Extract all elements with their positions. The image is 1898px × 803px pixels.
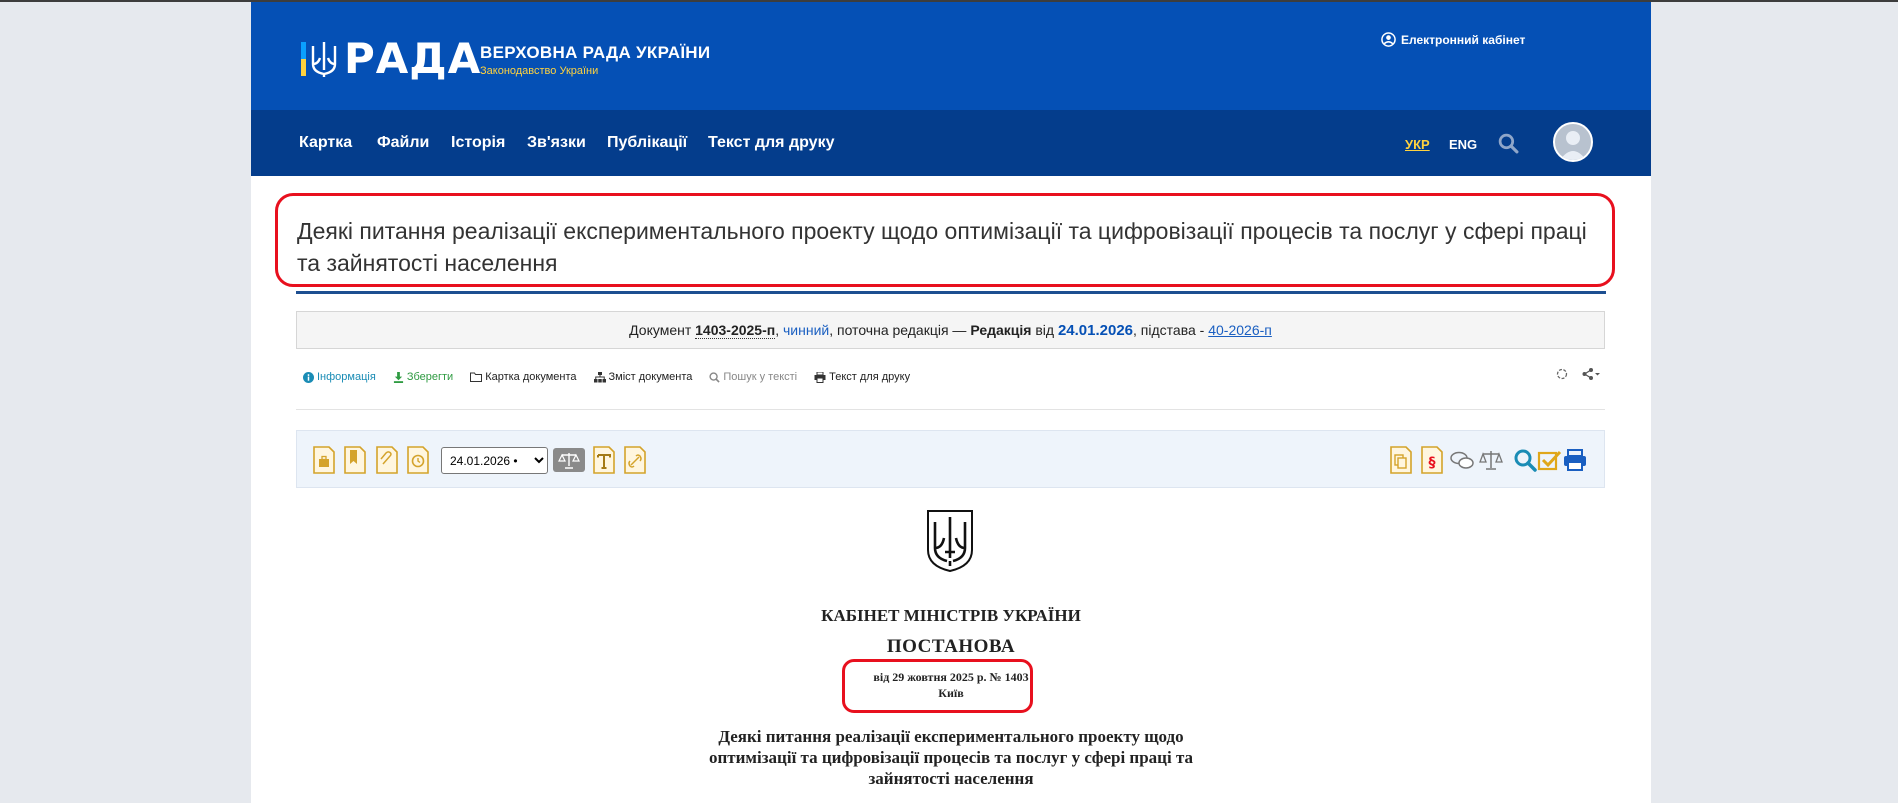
- save-label: Зберегти: [406, 371, 454, 383]
- document-subtitle: Деякі питання реалізації експериментальн…: [708, 727, 1194, 788]
- document-title: Деякі питання реалізації експериментальн…: [297, 218, 1587, 276]
- site-logo[interactable]: РАДА: [301, 34, 482, 83]
- info-label: Інформація: [317, 371, 376, 383]
- lang-eng[interactable]: ENG: [1449, 137, 1477, 152]
- status-prefix: Документ: [629, 322, 696, 338]
- status-sep: ,: [775, 322, 783, 338]
- edition-label: Редакція: [970, 322, 1032, 338]
- tools-divider: [296, 409, 1605, 410]
- check-square-icon[interactable]: [1537, 446, 1563, 474]
- nav-card[interactable]: Картка: [299, 134, 352, 152]
- avatar-icon[interactable]: [1553, 122, 1593, 162]
- bookmark-doc-icon[interactable]: [342, 446, 368, 474]
- share-icon[interactable]: [1582, 368, 1602, 380]
- org-name: ВЕРХОВНА РАДА УКРАЇНИ: [480, 43, 711, 62]
- search-icon: [709, 371, 721, 383]
- save-tool[interactable]: Зберегти: [393, 371, 453, 383]
- folder-icon: [470, 372, 483, 382]
- print-icon: [814, 371, 826, 383]
- text-search-tool[interactable]: Пошук у тексті: [709, 371, 797, 383]
- status-from: від: [1031, 322, 1058, 338]
- info-icon: [303, 371, 314, 383]
- edition-date-select[interactable]: 24.01.2026 •: [441, 447, 548, 474]
- status-middle: , поточна редакція —: [829, 322, 971, 338]
- edition-date: 24.01.2026: [1057, 322, 1134, 339]
- document-city: Київ: [938, 686, 964, 700]
- scales-icon[interactable]: [1478, 446, 1504, 474]
- document-card-tool[interactable]: Картка документа: [470, 371, 577, 383]
- scales-icon: [558, 453, 580, 469]
- sitemap-icon: [593, 371, 606, 382]
- history-doc-icon[interactable]: [405, 446, 431, 474]
- basis-link[interactable]: 40-2026-п: [1208, 322, 1272, 338]
- issuing-body: КАБІНЕТ МІНІСТРІВ УКРАЇНИ: [821, 606, 1081, 625]
- link-doc-icon[interactable]: [622, 446, 648, 474]
- basis-prefix: , підстава -: [1133, 322, 1209, 338]
- logo-text: РАДА: [344, 34, 482, 83]
- nav-history[interactable]: Історія: [451, 134, 505, 152]
- document-date-number: від 29 жовтня 2025 р. № 1403: [873, 670, 1029, 684]
- download-icon: [393, 371, 403, 383]
- title-divider: [296, 291, 1606, 294]
- print-tool[interactable]: Текст для друку: [814, 371, 910, 383]
- document-number[interactable]: 1403-2025-п: [695, 322, 776, 339]
- text-doc-icon[interactable]: [591, 446, 617, 474]
- main-nav: Картка Файли Історія Зв'язки Публікації …: [251, 110, 1651, 176]
- search-icon[interactable]: [1512, 446, 1538, 474]
- cabinet-label: Електронний кабінет: [1401, 32, 1526, 47]
- trident-icon: [311, 42, 337, 77]
- electronic-cabinet-link[interactable]: Електронний кабінет: [1381, 32, 1525, 47]
- org-subtitle: Законодавство України: [480, 65, 599, 77]
- nav-files[interactable]: Файли: [377, 134, 429, 152]
- paperclip-doc-icon[interactable]: [374, 446, 400, 474]
- document-tools: Інформація Зберегти Картка документа Змі…: [303, 368, 910, 386]
- document-type: ПОСТАНОВА: [886, 636, 1016, 657]
- spinner-icon[interactable]: [1556, 368, 1568, 380]
- document-status-bar: Документ 1403-2025-п, чинний, поточна ре…: [296, 311, 1605, 349]
- print-icon[interactable]: [1562, 446, 1588, 474]
- copy-docs-icon[interactable]: [1388, 446, 1414, 474]
- svg-text:§: §: [1429, 455, 1436, 471]
- contents-tool[interactable]: Зміст документа: [593, 371, 693, 383]
- nav-publications[interactable]: Публікації: [607, 134, 687, 152]
- flag-stripe-icon: [301, 42, 306, 76]
- contents-label: Зміст документа: [608, 371, 693, 383]
- nav-links[interactable]: Зв'язки: [527, 134, 586, 152]
- briefcase-doc-icon[interactable]: [311, 446, 337, 474]
- info-tool[interactable]: Інформація: [303, 371, 376, 383]
- lang-ukr[interactable]: УКР: [1405, 137, 1430, 152]
- section-doc-icon[interactable]: §: [1419, 446, 1445, 474]
- nav-print-text[interactable]: Текст для друку: [708, 134, 834, 152]
- page-container: РАДА ВЕРХОВНА РАДА УКРАЇНИ Законодавство…: [251, 2, 1651, 803]
- user-circle-icon: [1381, 32, 1396, 47]
- coat-of-arms-icon: [927, 510, 973, 573]
- site-header: РАДА ВЕРХОВНА РАДА УКРАЇНИ Законодавство…: [251, 2, 1651, 110]
- document-state[interactable]: чинний: [783, 322, 829, 338]
- document-card-label: Картка документа: [485, 371, 577, 383]
- text-search-label: Пошук у тексті: [723, 371, 798, 383]
- search-icon[interactable]: [1498, 133, 1519, 154]
- print-label: Текст для друку: [829, 371, 911, 383]
- tools-right: [1556, 368, 1602, 380]
- document-toolbar: 24.01.2026 • §: [296, 430, 1605, 488]
- compare-editions-button[interactable]: [553, 448, 585, 472]
- comments-icon[interactable]: [1449, 446, 1475, 474]
